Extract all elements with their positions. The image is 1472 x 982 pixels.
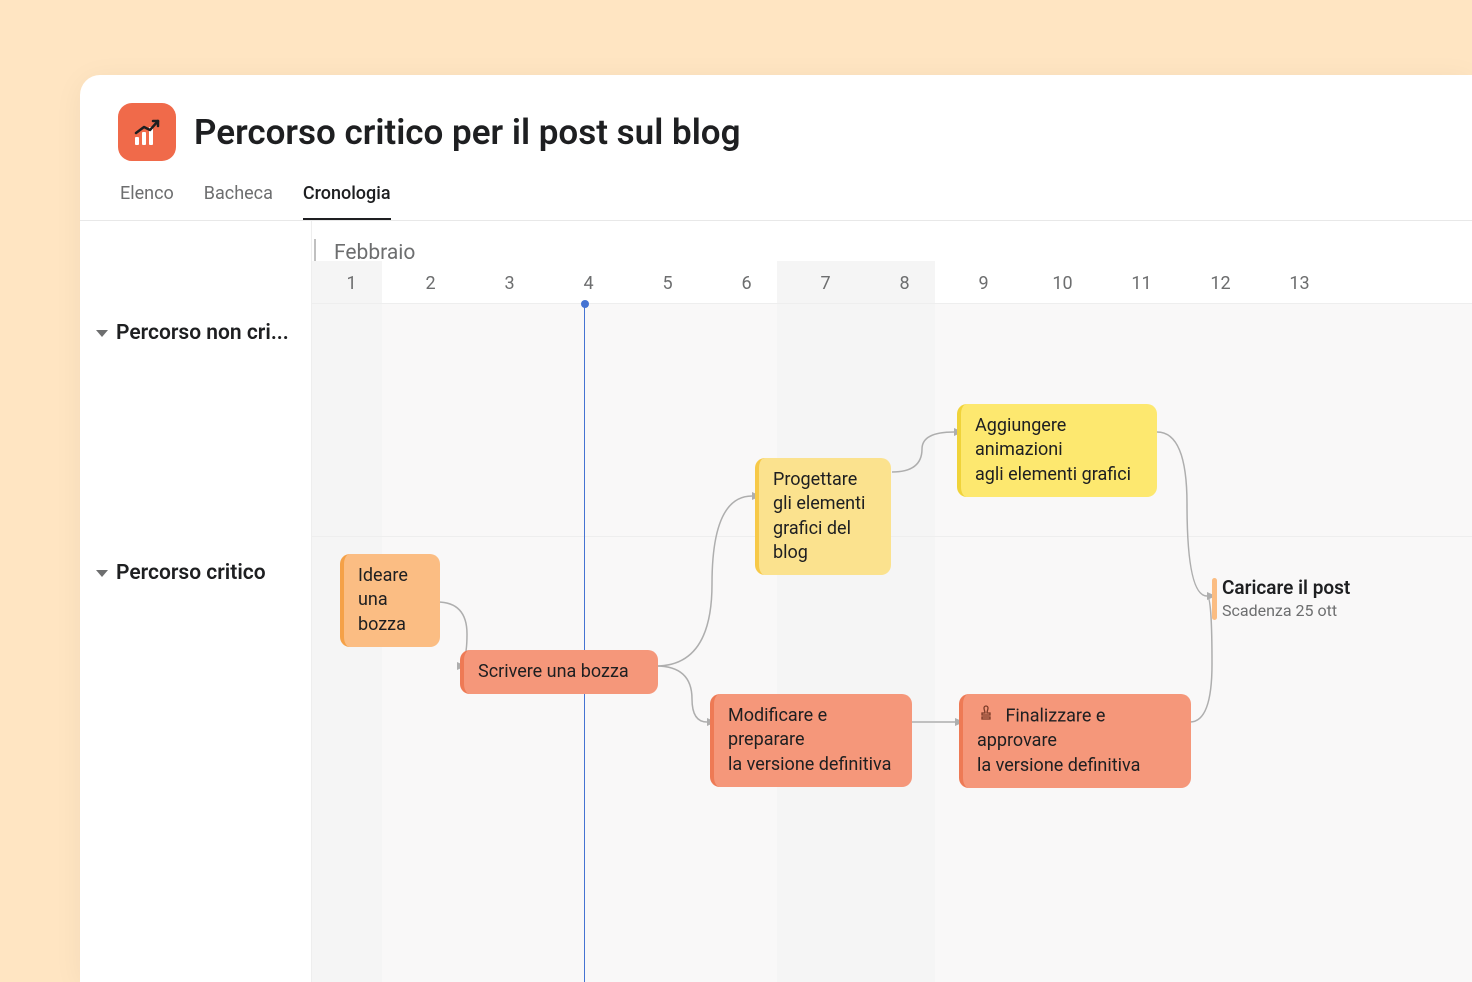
- day-number: 9: [944, 273, 1023, 294]
- day-number: 12: [1181, 273, 1260, 294]
- section-divider: [312, 536, 1472, 537]
- task-ideare[interactable]: Ideare una bozza: [340, 554, 440, 647]
- day-number: 13: [1260, 273, 1339, 294]
- day-number: 3: [470, 273, 549, 294]
- day-number: 11: [1102, 273, 1181, 294]
- milestone-bar-icon: [1212, 578, 1217, 620]
- day-number: 4: [549, 273, 628, 294]
- day-number: 8: [865, 273, 944, 294]
- timeline-sidebar: Percorso non cri... Percorso critico: [80, 221, 312, 982]
- tab-bacheca[interactable]: Bacheca: [204, 183, 273, 220]
- header: Percorso critico per il post sul blog El…: [80, 75, 1472, 220]
- tab-elenco[interactable]: Elenco: [120, 183, 174, 220]
- milestone-title: Caricare il post: [1222, 576, 1350, 599]
- task-label: Aggiungere animazioni agli elementi graf…: [975, 415, 1131, 485]
- day-number: 2: [391, 273, 470, 294]
- day-number: 10: [1023, 273, 1102, 294]
- tabs: Elenco Bacheca Cronologia: [118, 183, 1434, 220]
- section-header-noncritical[interactable]: Percorso non cri...: [80, 303, 311, 363]
- timeline-area: Percorso non cri... Percorso critico Feb…: [80, 221, 1472, 982]
- timeline-body: Progettare gli elementi grafici del blog…: [312, 303, 1472, 982]
- day-number: 6: [707, 273, 786, 294]
- day-number: 7: [786, 273, 865, 294]
- task-finalizzare[interactable]: Finalizzare e approvare la versione defi…: [959, 694, 1191, 788]
- caret-down-icon: [96, 570, 108, 577]
- tab-cronologia[interactable]: Cronologia: [303, 183, 391, 220]
- today-dot-icon: [581, 300, 589, 308]
- title-row: Percorso critico per il post sul blog: [118, 103, 1434, 161]
- task-label: Progettare gli elementi grafici del blog: [773, 469, 865, 563]
- task-progettare[interactable]: Progettare gli elementi grafici del blog: [755, 458, 891, 575]
- task-label: Finalizzare e approvare la versione defi…: [977, 705, 1140, 775]
- task-label: Modificare e preparare la versione defin…: [728, 705, 891, 775]
- section-label: Percorso critico: [116, 561, 266, 585]
- project-chart-icon: [118, 103, 176, 161]
- task-label: Scrivere una bozza: [478, 661, 629, 682]
- caret-down-icon: [96, 330, 108, 337]
- day-numbers-row: 1 2 3 4 5 6 7 8 9 10 11 12 13: [312, 273, 1472, 294]
- stamp-icon: [977, 704, 995, 729]
- app-window: Percorso critico per il post sul blog El…: [80, 75, 1472, 982]
- day-number: 1: [312, 273, 391, 294]
- today-line: [584, 304, 585, 982]
- weekend-band: [777, 304, 935, 982]
- page-title: Percorso critico per il post sul blog: [194, 112, 741, 153]
- day-number: 5: [628, 273, 707, 294]
- task-label: Ideare una bozza: [358, 565, 408, 635]
- timeline-grid[interactable]: Febbraio 1 2 3 4 5 6 7 8 9 10 11 12 13: [312, 221, 1472, 982]
- task-scrivere[interactable]: Scrivere una bozza: [460, 650, 658, 694]
- section-label: Percorso non cri...: [116, 321, 289, 345]
- month-label: Febbraio: [334, 241, 415, 265]
- task-aggiungere[interactable]: Aggiungere animazioni agli elementi graf…: [957, 404, 1157, 497]
- milestone-caricare[interactable]: Caricare il post Scadenza 25 ott: [1222, 576, 1350, 620]
- milestone-subtitle: Scadenza 25 ott: [1222, 601, 1350, 620]
- month-tick: [314, 239, 316, 261]
- section-header-critical[interactable]: Percorso critico: [80, 543, 311, 603]
- task-modificare[interactable]: Modificare e preparare la versione defin…: [710, 694, 912, 787]
